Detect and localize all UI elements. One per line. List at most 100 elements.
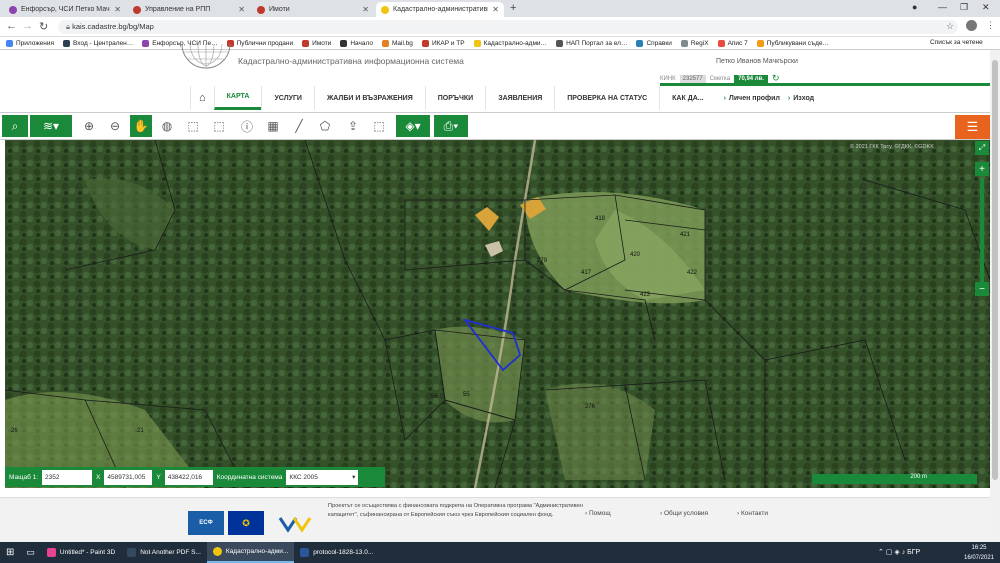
- scrollbar-thumb[interactable]: [992, 60, 998, 480]
- language-indicator[interactable]: БГР: [907, 549, 920, 556]
- upload-icon[interactable]: ⇪: [342, 115, 364, 137]
- side-menu-icon[interactable]: ☰: [955, 115, 990, 139]
- windows-start-icon[interactable]: ⊞: [0, 542, 20, 563]
- logout-link[interactable]: › Изход: [788, 95, 814, 102]
- profile-dot-icon[interactable]: ●: [912, 2, 917, 12]
- bookmark-item[interactable]: ИКАР и ТР: [421, 39, 465, 47]
- terms-link[interactable]: › Общи условия: [660, 510, 708, 517]
- print-icon[interactable]: ⎙▾: [434, 115, 468, 137]
- menu-services[interactable]: УСЛУГИ: [261, 86, 314, 110]
- menu-complaints[interactable]: ЖАЛБИ И ВЪЗРАЖЕНИЯ: [313, 86, 425, 110]
- bookmark-item[interactable]: Приложения: [6, 39, 54, 47]
- next-extent-icon[interactable]: ⬚: [208, 115, 230, 137]
- reload-icon[interactable]: ↻: [39, 20, 48, 33]
- reading-list-label: Списък за четене: [930, 39, 983, 46]
- contacts-link[interactable]: › Контакти: [737, 510, 768, 517]
- window-close-icon[interactable]: ✕: [982, 2, 990, 13]
- coordinate-system-value: ККС 2005: [289, 473, 318, 481]
- measure-length-icon[interactable]: ╱: [288, 115, 310, 137]
- menu-status-check[interactable]: ПРОВЕРКА НА СТАТУС: [554, 86, 659, 110]
- layers-icon[interactable]: ≋▾: [30, 115, 72, 137]
- zoom-in-icon[interactable]: ⊕: [78, 115, 100, 137]
- bookmark-item[interactable]: Публикувани съде…: [756, 39, 829, 47]
- home-icon[interactable]: ⌂: [190, 86, 214, 110]
- close-icon[interactable]: ✕: [114, 5, 121, 14]
- bookmark-item[interactable]: НАП Портал за ел…: [556, 39, 627, 47]
- tab-3[interactable]: Имоти ✕: [252, 2, 374, 17]
- map-view[interactable]: 418 421 279 417 420 422 423 56 55 276 26…: [5, 140, 990, 488]
- bookmark-item[interactable]: Апис 7: [717, 39, 748, 47]
- menu-orders[interactable]: ПОРЪЧКИ: [424, 86, 485, 110]
- info-icon[interactable]: ⓘ: [236, 115, 258, 137]
- bookmark-item[interactable]: Кадастрално-адми…: [473, 39, 548, 47]
- chrome-icon: [212, 547, 222, 556]
- scale-label: Мащаб 1:: [9, 473, 39, 481]
- info-layers-icon[interactable]: ◈▾: [396, 115, 430, 137]
- bookmark-item[interactable]: Mail.bg: [381, 39, 413, 47]
- zoom-minus-icon[interactable]: −: [975, 282, 989, 296]
- clock[interactable]: 16:25 16/07/2021: [962, 542, 996, 563]
- avatar[interactable]: [966, 20, 977, 31]
- pan-hand-icon[interactable]: ✋: [130, 115, 152, 137]
- taskbar-item-word[interactable]: protocol-1828-13.0...: [294, 542, 379, 563]
- bookmark-item[interactable]: RegiX: [680, 39, 709, 47]
- measure-area-icon[interactable]: ⬠: [314, 115, 336, 137]
- taskbar-item-paint[interactable]: Untitled* - Paint 3D: [41, 542, 121, 563]
- bookmark-icon: [756, 39, 764, 47]
- op-logo-icon: [276, 510, 316, 536]
- paint-icon: [46, 548, 56, 557]
- coordinate-system-select[interactable]: ККС 2005 ▾: [286, 469, 359, 485]
- account-balance: 70,94 лв.: [734, 74, 768, 83]
- menu-applications[interactable]: ЗАЯВЛЕНИЯ: [485, 86, 554, 110]
- close-icon[interactable]: ✕: [492, 5, 499, 14]
- bookmark-item[interactable]: Справки: [636, 39, 672, 47]
- back-icon[interactable]: ←: [6, 20, 17, 32]
- system-tray[interactable]: ⌃ ▢ ◈ ♪ БГР: [878, 548, 920, 556]
- url-input[interactable]: 🔒︎ kais.cadastre.bg/bg/Map: [58, 20, 958, 34]
- search-icon[interactable]: ⌕: [2, 115, 28, 137]
- close-icon[interactable]: ✕: [362, 5, 369, 14]
- menu-map[interactable]: КАРТА: [213, 86, 262, 110]
- map-copyright: © 2021 ГКК Трсу, ©ГДКК, ©GDKK: [850, 144, 934, 150]
- zoom-plus-icon[interactable]: +: [975, 162, 989, 176]
- restore-icon[interactable]: ❐: [960, 2, 968, 13]
- profile-link[interactable]: › Личен профил: [724, 95, 780, 102]
- zoom-out-icon[interactable]: ⊖: [104, 115, 126, 137]
- new-tab-button[interactable]: +: [510, 2, 516, 14]
- bookmark-item[interactable]: Публични продани: [226, 39, 293, 47]
- previous-extent-icon[interactable]: ⬚: [182, 115, 204, 137]
- fullscreen-icon[interactable]: ⤢: [975, 141, 989, 155]
- help-link[interactable]: › Помощ: [585, 510, 611, 517]
- close-icon[interactable]: ✕: [238, 5, 245, 14]
- select-icon[interactable]: ⬚: [368, 115, 390, 137]
- tab-4[interactable]: Кадастрално-административна… ✕: [376, 2, 504, 17]
- bookmark-item[interactable]: Начало: [340, 39, 373, 47]
- footer-text: Проектът се осъществява с финансовата по…: [328, 503, 583, 518]
- globe-icon[interactable]: ◍: [156, 115, 178, 137]
- tab-label: Енфорсър, ЧСИ Петко Мачкърс…: [21, 6, 110, 13]
- reading-list[interactable]: Списък за четене: [930, 39, 983, 46]
- bookmark-item[interactable]: Имоти: [302, 39, 331, 47]
- tab-1[interactable]: Енфорсър, ЧСИ Петко Мачкърс… ✕: [4, 2, 126, 17]
- system-title: Кадастрално-административна информационн…: [238, 56, 464, 66]
- chevron-right-icon: ›: [723, 94, 726, 102]
- y-coordinate-field[interactable]: 438422,016: [164, 469, 213, 485]
- bookmark-item[interactable]: Вход - Централен…: [63, 39, 133, 47]
- star-icon[interactable]: ☆: [946, 21, 954, 32]
- parcel-label: 417: [581, 270, 592, 276]
- file-explorer-icon[interactable]: ▭: [20, 542, 41, 563]
- forward-icon[interactable]: →: [22, 20, 33, 32]
- bookmark-icon: [6, 39, 13, 47]
- kebab-menu-icon[interactable]: ⋮: [986, 20, 995, 31]
- zoom-slider[interactable]: [980, 178, 984, 282]
- bookmark-label: Кадастрално-адми…: [483, 39, 548, 47]
- report-icon[interactable]: ▦: [262, 115, 284, 137]
- x-coordinate-field[interactable]: 4589731,005: [104, 469, 153, 485]
- taskbar-item-chrome[interactable]: Кадастрално-адми...: [206, 542, 295, 563]
- scale-input[interactable]: 2352: [42, 469, 93, 485]
- taskbar-item-pdf[interactable]: Not Another PDF S...: [121, 542, 207, 563]
- minimize-icon[interactable]: —: [938, 2, 947, 12]
- user-name: Петко Иванов Мачкърски: [716, 58, 798, 65]
- menu-how-to[interactable]: КАК ДА...: [659, 86, 715, 110]
- tab-2[interactable]: Управление на РПП ✕: [128, 2, 250, 17]
